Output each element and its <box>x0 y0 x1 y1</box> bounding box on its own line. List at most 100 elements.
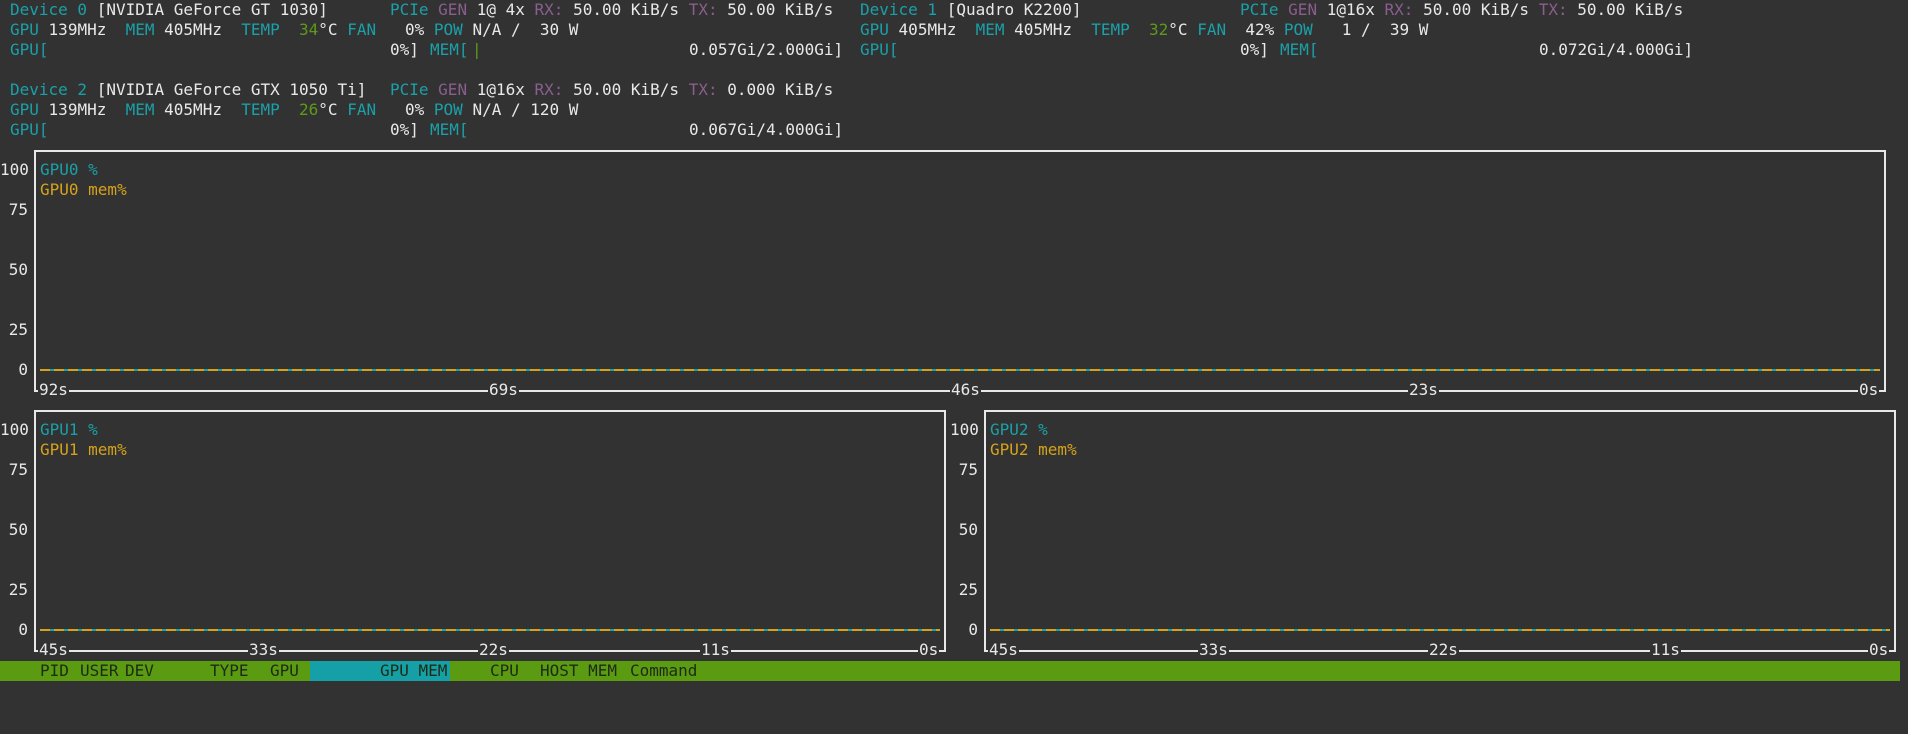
device-1-fan: 42% <box>1245 20 1275 39</box>
gpu2-ytick: 25 <box>958 580 978 599</box>
device-1-pow: 1 / 39 W <box>1341 20 1429 39</box>
gpu1-ytick: 75 <box>8 460 28 479</box>
process-table-header: PID USER DEV TYPE GPU GPU MEM CPU HOST M… <box>0 661 1900 681</box>
device-2-gpu-bar-label: GPU[ <box>10 120 49 139</box>
col-type[interactable]: TYPE <box>210 661 249 681</box>
gpu0-chart <box>34 150 1886 392</box>
col-command[interactable]: Command <box>630 661 697 681</box>
gpu0-ytick: 50 <box>8 260 28 279</box>
gpu2-xtick: 45s <box>988 640 1019 660</box>
gpu1-ytick: 25 <box>8 580 28 599</box>
gpu2-zero-line <box>990 629 1890 631</box>
gpu2-ytick: 0 <box>968 620 978 639</box>
gpu1-xtick: 0s <box>918 640 940 660</box>
device-2-mem-bar-label: MEM[ <box>430 120 469 139</box>
col-user[interactable]: USER <box>80 661 119 681</box>
gpu1-chart <box>34 410 946 652</box>
col-gpu[interactable]: GPU <box>270 661 299 681</box>
device-1-mem-clock: 405MHz <box>1014 20 1072 39</box>
device-1-title-row: Device 1 [Quadro K2200] <box>860 0 1082 20</box>
device-2-temp: 26 <box>299 100 319 119</box>
device-0-mem-bar-label: MEM[ <box>430 40 469 59</box>
gpu1-util-legend: GPU1 % <box>40 420 98 439</box>
device-0-label: Device 0 <box>10 0 88 19</box>
device-1-label: Device 1 <box>860 0 938 19</box>
gpu2-xtick: 33s <box>1198 640 1229 660</box>
device-2-pcie: PCIe GEN 1@16x RX: 50.00 KiB/s TX: 0.000… <box>390 80 834 99</box>
device-2-mem-clock: 405MHz <box>164 100 222 119</box>
device-0-gpu-pct: 0%] <box>390 40 419 59</box>
device-0-name: [NVIDIA GeForce GT 1030] <box>96 0 328 19</box>
device-0-pcie-gen: 1@ 4x <box>476 0 525 19</box>
gpu0-mem-legend: GPU0 mem% <box>40 180 127 199</box>
device-0-gpu-clock: 139MHz <box>48 20 107 39</box>
col-gpu-mem[interactable]: GPU MEM <box>380 661 447 681</box>
gpu2-ytick: 100 <box>950 420 979 439</box>
gpu0-ytick: 75 <box>8 200 28 219</box>
gpu2-xtick: 11s <box>1650 640 1681 660</box>
device-0-fan: 0% <box>405 20 425 39</box>
device-1-gpu-clock: 405MHz <box>898 20 957 39</box>
gpu1-ytick: 100 <box>0 420 29 439</box>
device-1-pcie: PCIe GEN 1@16x RX: 50.00 KiB/s TX: 50.00… <box>1240 0 1684 19</box>
device-0-temp: 34 <box>299 20 319 39</box>
gpu1-zero-line <box>40 629 940 631</box>
device-0-tx: 50.00 KiB/s <box>727 0 834 19</box>
gpu1-xtick: 33s <box>248 640 279 660</box>
device-0-pow: N/A / 30 W <box>472 20 579 39</box>
device-0-title-row: Device 0 [NVIDIA GeForce GT 1030] <box>10 0 328 20</box>
device-1-mem-usage: 0.072Gi/4.000Gi] <box>1539 40 1694 59</box>
device-1-temp: 32 <box>1149 20 1169 39</box>
device-2-mem-usage: 0.067Gi/4.000Gi] <box>689 120 844 139</box>
col-dev[interactable]: DEV <box>125 661 154 681</box>
device-0-stats-row: GPU 139MHz MEM 405MHz TEMP 34°C FAN 0% P… <box>10 20 579 39</box>
gpu0-ytick: 25 <box>8 320 28 339</box>
device-1-mem-bar-label: MEM[ <box>1280 40 1319 59</box>
gpu2-xtick: 0s <box>1868 640 1890 660</box>
device-0-mem-usage: 0.057Gi/2.000Gi] <box>689 40 844 59</box>
device-2-pow: N/A / 120 W <box>472 100 579 119</box>
gpu0-zero-line <box>40 369 1880 371</box>
device-0-pcie: PCIe GEN 1@ 4x RX: 50.00 KiB/s TX: 50.00… <box>390 0 834 19</box>
gpu2-ytick: 50 <box>958 520 978 539</box>
device-2-rx: 50.00 KiB/s <box>573 80 680 99</box>
device-0-gpu-bar-label: GPU[ <box>10 40 49 59</box>
gpu2-xtick: 22s <box>1428 640 1459 660</box>
device-1-tx: 50.00 KiB/s <box>1577 0 1684 19</box>
device-2-pcie-gen: 1@16x <box>476 80 525 99</box>
gpu0-xtick: 46s <box>950 380 981 400</box>
gpu0-ytick: 0 <box>18 360 28 379</box>
gpu1-xtick: 11s <box>700 640 731 660</box>
device-0-rx: 50.00 KiB/s <box>573 0 680 19</box>
device-1-rx: 50.00 KiB/s <box>1423 0 1530 19</box>
device-2-fan: 0% <box>405 100 425 119</box>
gpu0-ytick: 100 <box>0 160 29 179</box>
gpu1-xtick: 22s <box>478 640 509 660</box>
col-cpu[interactable]: CPU <box>490 661 519 681</box>
gpu2-ytick: 75 <box>958 460 978 479</box>
gpu0-xtick: 0s <box>1858 380 1880 400</box>
gpu2-chart <box>984 410 1896 652</box>
device-2-stats-row: GPU 139MHz MEM 405MHz TEMP 26°C FAN 0% P… <box>10 100 579 119</box>
col-host-mem[interactable]: HOST MEM <box>540 661 617 681</box>
device-2-name: [NVIDIA GeForce GTX 1050 Ti] <box>96 80 367 99</box>
gpu0-xtick: 92s <box>38 380 69 400</box>
gpu0-xtick: 69s <box>488 380 519 400</box>
device-2-gpu-pct: 0%] <box>390 120 419 139</box>
gpu2-mem-legend: GPU2 mem% <box>990 440 1077 459</box>
device-1-pcie-gen: 1@16x <box>1326 0 1375 19</box>
gpu1-xtick: 45s <box>38 640 69 660</box>
col-pid[interactable]: PID <box>40 661 69 681</box>
device-1-stats-row: GPU 405MHz MEM 405MHz TEMP 32°C FAN 42% … <box>860 20 1429 39</box>
gpu2-util-legend: GPU2 % <box>990 420 1048 439</box>
device-0-mem-clock: 405MHz <box>164 20 222 39</box>
device-2-label: Device 2 <box>10 80 88 99</box>
device-1-name: [Quadro K2200] <box>946 0 1082 19</box>
device-1-gpu-pct: 0%] <box>1240 40 1269 59</box>
gpu1-ytick: 50 <box>8 520 28 539</box>
device-1-gpu-bar-label: GPU[ <box>860 40 899 59</box>
gpu0-xtick: 23s <box>1408 380 1439 400</box>
device-0-mem-bar-fill: | <box>472 40 482 59</box>
device-2-gpu-clock: 139MHz <box>48 100 107 119</box>
gpu1-mem-legend: GPU1 mem% <box>40 440 127 459</box>
